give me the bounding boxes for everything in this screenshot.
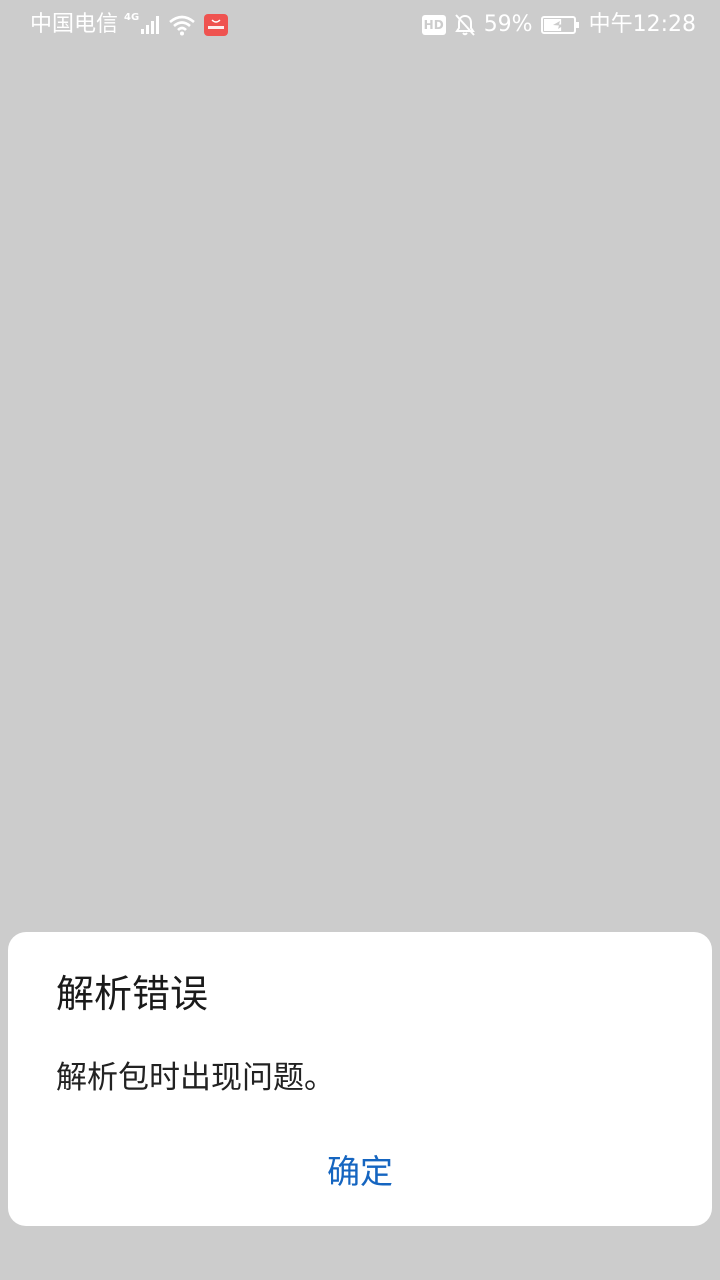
status-bar: 中国电信 4G HD 59% 中午12:28: [0, 0, 720, 50]
confirm-button[interactable]: 确定: [260, 1140, 460, 1204]
dialog-message: 解析包时出现问题。: [56, 1060, 335, 1096]
status-bar-right: HD 59% 中午12:28: [421, 0, 696, 50]
carrier-name: 中国电信: [30, 12, 119, 37]
dialog-title: 解析错误: [56, 972, 209, 1016]
signal-icon: 4G: [124, 11, 162, 35]
status-bar-left: 中国电信 4G: [30, 0, 229, 50]
hd-icon: HD: [421, 15, 446, 35]
huawei-appgallery-icon: [204, 14, 229, 36]
wifi-icon: [168, 14, 196, 36]
bell-muted-icon: [454, 13, 476, 37]
network-type-label: 4G: [124, 11, 140, 23]
battery-percent: 59%: [483, 12, 533, 37]
screen: 中国电信 4G HD 59% 中午12:28 解析错误 解析包时出现问题。 确定: [0, 0, 720, 1280]
clock: 中午12:28: [588, 12, 696, 37]
battery-charging-icon: [540, 15, 581, 35]
parse-error-dialog: 解析错误 解析包时出现问题。 确定: [8, 932, 712, 1226]
